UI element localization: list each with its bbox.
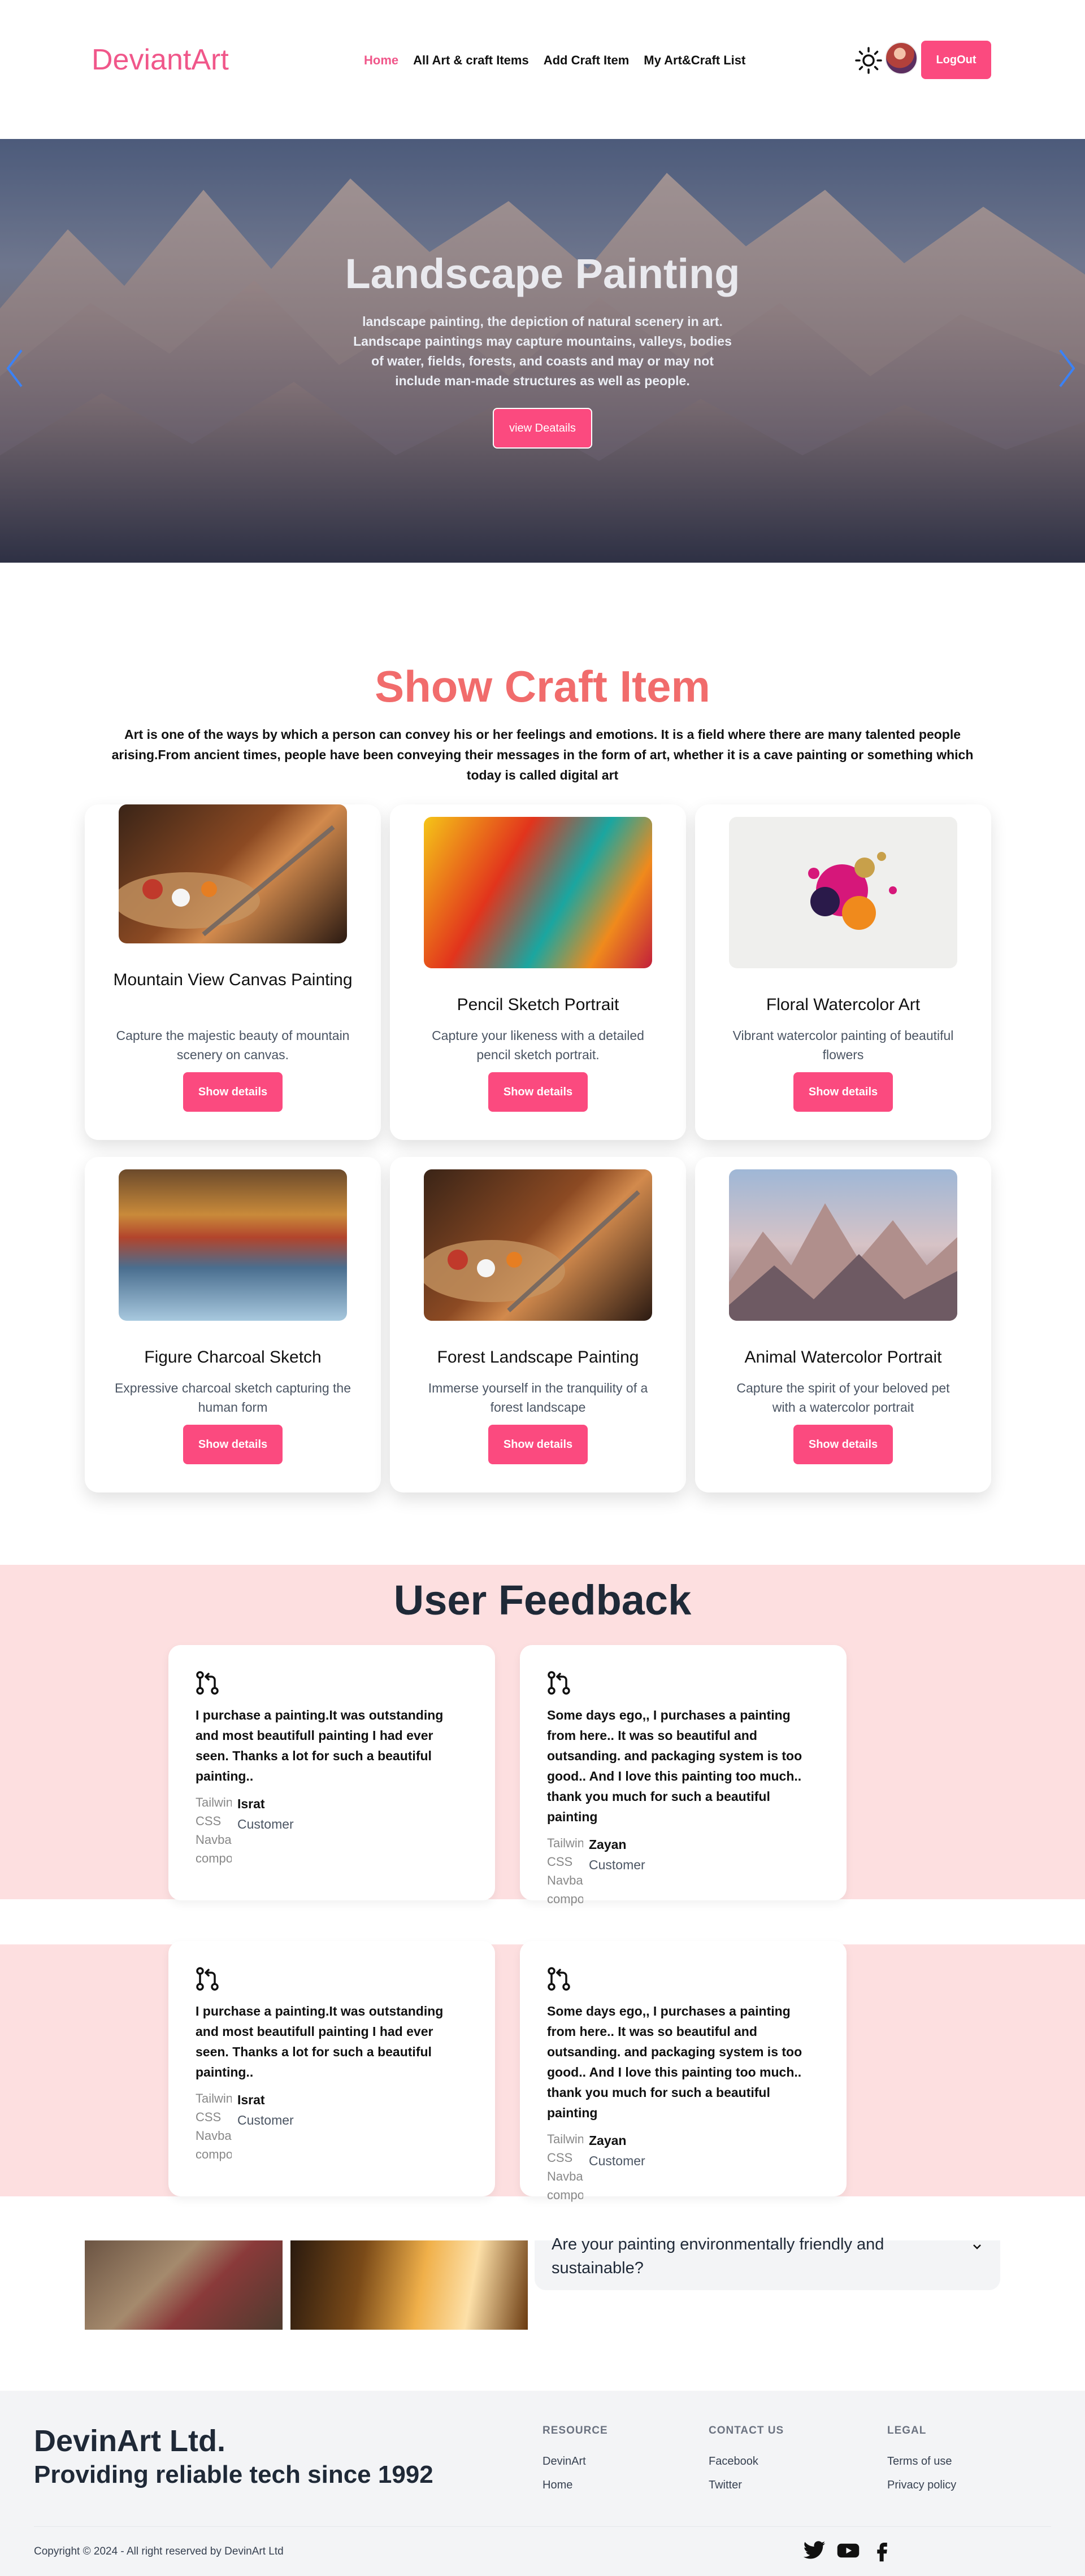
- customer-avatar: Tailwind CSS Navbar component: [196, 2091, 232, 2161]
- feedback-card: Some days ego,, I purchases a painting f…: [520, 1645, 847, 1906]
- footer-column-legal: LEGAL Terms of use Privacy policy: [887, 2425, 956, 2497]
- footer-link[interactable]: Home: [542, 2473, 608, 2497]
- site-logo[interactable]: DeviantArt: [92, 43, 229, 77]
- footer-link[interactable]: Facebook: [709, 2449, 784, 2473]
- craft-section-title: Show Craft Item: [375, 662, 710, 711]
- feedback-card: Some days ego,, I purchases a painting f…: [520, 1941, 847, 2202]
- craft-image: [729, 1169, 957, 1321]
- faq-question[interactable]: Are your painting environmentally friend…: [552, 2233, 936, 2280]
- footer-heading: LEGAL: [887, 2425, 927, 2436]
- feedback-title: User Feedback: [393, 1577, 692, 1624]
- craft-card: Animal Watercolor Portrait Capture the s…: [695, 1157, 991, 1492]
- footer-divider: [34, 2526, 1051, 2527]
- feedback-text: I purchase a painting.It was outstanding…: [196, 1708, 444, 1783]
- customer-avatar: Tailwind CSS Navbar component: [547, 2132, 583, 2202]
- chevron-right-icon[interactable]: [1054, 346, 1079, 391]
- footer-link[interactable]: DevinArt: [542, 2449, 608, 2473]
- customer-role: Customer: [237, 1817, 294, 1831]
- footer-copyright: Copyright © 2024 - All right reserved by…: [34, 2545, 284, 2557]
- git-pull-request-icon: [196, 1967, 219, 1991]
- show-details-button[interactable]: Show details: [793, 1072, 893, 1112]
- hero-text: landscape painting, the depiction of nat…: [353, 314, 732, 388]
- user-avatar[interactable]: [885, 42, 918, 75]
- customer-name: Israt: [237, 2092, 265, 2107]
- craft-title: Floral Watercolor Art: [766, 995, 921, 1014]
- feedback-text: Some days ego,, I purchases a painting f…: [547, 1708, 802, 1824]
- hero-carousel: Landscape Painting landscape painting, t…: [0, 139, 1085, 563]
- customer-name: Israt: [237, 1796, 265, 1811]
- nav-link-add-item[interactable]: Add Craft Item: [544, 53, 630, 68]
- chevron-down-icon[interactable]: [970, 2240, 984, 2255]
- footer: DevinArt Ltd. Providing reliable tech si…: [0, 2391, 1085, 2576]
- show-details-button[interactable]: Show details: [183, 1072, 283, 1112]
- craft-title: Forest Landscape Painting: [437, 1348, 639, 1367]
- logout-button[interactable]: LogOut: [921, 41, 991, 79]
- git-pull-request-icon: [196, 1671, 219, 1695]
- show-details-button[interactable]: Show details: [183, 1425, 283, 1464]
- craft-description: Expressive charcoal sketch capturing the…: [114, 1381, 351, 1415]
- craft-image: [424, 1169, 652, 1321]
- navbar: DeviantArt Home All Art & craft Items Ad…: [0, 0, 1085, 124]
- craft-description: Vibrant watercolor painting of beautiful…: [732, 1028, 954, 1062]
- feedback-card: I purchase a painting.It was outstanding…: [168, 1645, 495, 1900]
- show-details-button[interactable]: Show details: [793, 1425, 893, 1464]
- show-details-button[interactable]: Show details: [488, 1425, 588, 1464]
- nav-link-all-items[interactable]: All Art & craft Items: [413, 53, 529, 68]
- footer-column-contact: CONTACT US Facebook Twitter: [709, 2425, 784, 2497]
- craft-description: Capture your likeness with a detailed pe…: [432, 1028, 644, 1062]
- facebook-icon[interactable]: [870, 2539, 894, 2562]
- footer-heading: RESOURCE: [542, 2425, 608, 2436]
- footer-link[interactable]: Twitter: [709, 2473, 784, 2497]
- craft-section-description: Art is one of the ways by which a person…: [111, 727, 974, 782]
- footer-company-name: DevinArt Ltd.: [34, 2424, 226, 2458]
- craft-description: Capture the spirit of your beloved pet w…: [736, 1381, 950, 1415]
- footer-tagline: Providing reliable tech since 1992: [34, 2461, 433, 2488]
- footer-link[interactable]: Terms of use: [887, 2449, 956, 2473]
- craft-card: Floral Watercolor Art Vibrant watercolor…: [695, 804, 991, 1140]
- craft-title: Mountain View Canvas Painting: [113, 971, 353, 989]
- gallery-image: [85, 2240, 283, 2330]
- nav-links: Home All Art & craft Items Add Craft Ite…: [364, 53, 745, 68]
- show-details-button[interactable]: Show details: [488, 1072, 588, 1112]
- youtube-icon[interactable]: [836, 2539, 860, 2562]
- craft-title: Figure Charcoal Sketch: [144, 1348, 322, 1367]
- craft-image: [119, 804, 347, 943]
- craft-card: Forest Landscape Painting Immerse yourse…: [390, 1157, 686, 1492]
- craft-description: Capture the majestic beauty of mountain …: [116, 1028, 350, 1062]
- gallery-image: [290, 2240, 528, 2330]
- craft-title: Animal Watercolor Portrait: [744, 1348, 942, 1367]
- customer-role: Customer: [589, 2153, 645, 2168]
- craft-image: [119, 1169, 347, 1321]
- feedback-text: Some days ego,, I purchases a painting f…: [547, 2004, 802, 2120]
- feedback-text: I purchase a painting.It was outstanding…: [196, 2004, 444, 2079]
- customer-avatar: Tailwind CSS Navbar component: [196, 1795, 232, 1865]
- faq-item[interactable]: Are your painting environmentally friend…: [535, 2235, 1000, 2290]
- footer-heading: CONTACT US: [709, 2425, 784, 2436]
- sun-icon[interactable]: [854, 46, 883, 75]
- customer-name: Zayan: [589, 2133, 627, 2148]
- customer-role: Customer: [237, 2113, 294, 2127]
- twitter-icon[interactable]: [802, 2539, 826, 2562]
- customer-name: Zayan: [589, 1837, 627, 1852]
- view-details-button[interactable]: view Deatails: [493, 408, 592, 449]
- chevron-left-icon[interactable]: [2, 346, 27, 391]
- customer-role: Customer: [589, 1857, 645, 1872]
- nav-link-home[interactable]: Home: [364, 53, 398, 68]
- craft-card: Pencil Sketch Portrait Capture your like…: [390, 804, 686, 1140]
- craft-image: [424, 817, 652, 968]
- footer-link[interactable]: Privacy policy: [887, 2473, 956, 2497]
- craft-card: Figure Charcoal Sketch Expressive charco…: [85, 1157, 381, 1492]
- hero-title: Landscape Painting: [345, 250, 740, 297]
- craft-title: Pencil Sketch Portrait: [457, 995, 619, 1014]
- customer-avatar: Tailwind CSS Navbar component: [547, 1836, 583, 1906]
- git-pull-request-icon: [548, 1671, 570, 1695]
- nav-link-my-list[interactable]: My Art&Craft List: [644, 53, 745, 68]
- feedback-card: I purchase a painting.It was outstanding…: [168, 1941, 495, 2196]
- footer-column-resource: RESOURCE DevinArt Home: [542, 2425, 608, 2497]
- craft-description: Immerse yourself in the tranquility of a…: [428, 1381, 648, 1415]
- craft-card: Mountain View Canvas Painting Capture th…: [85, 804, 381, 1140]
- git-pull-request-icon: [548, 1967, 570, 1991]
- craft-image: [729, 817, 957, 968]
